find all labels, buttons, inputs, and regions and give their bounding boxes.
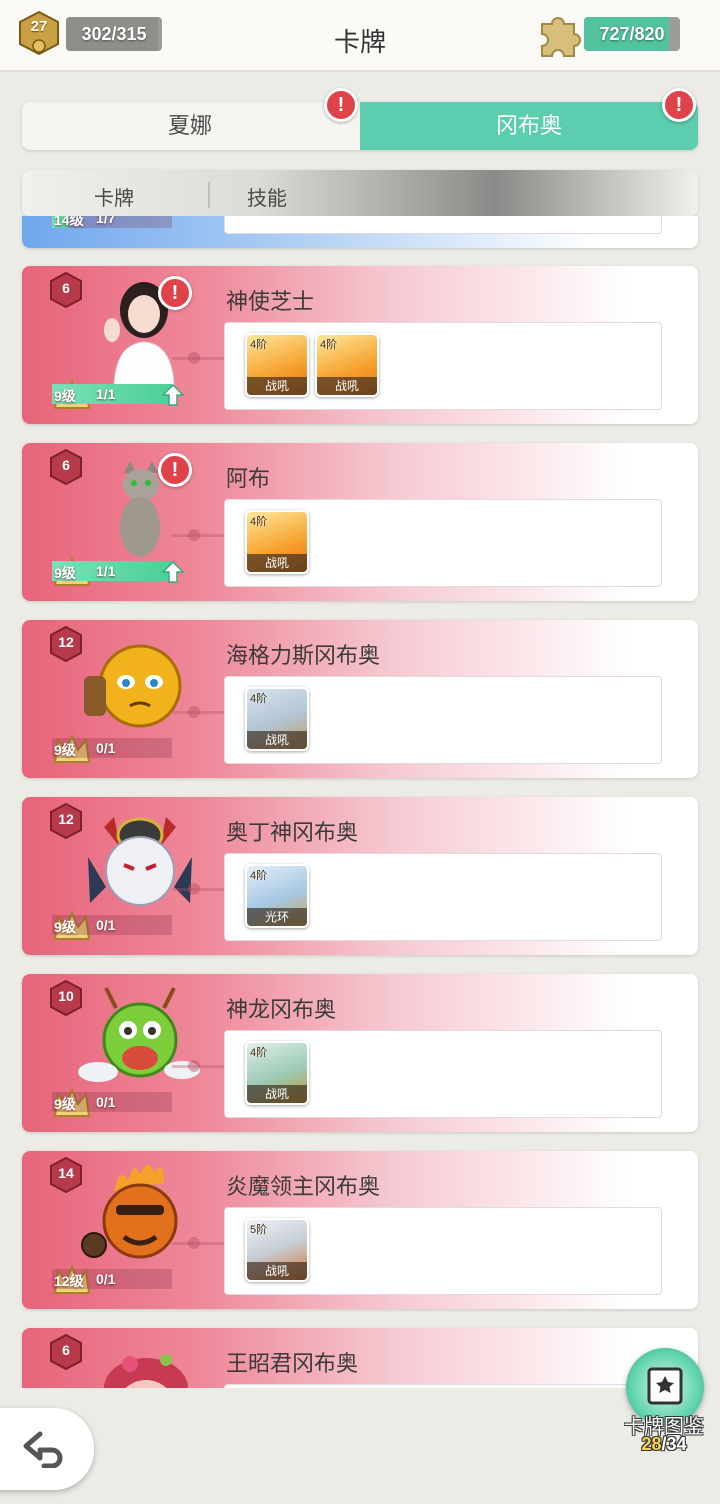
card-level: 9级 [54, 388, 76, 404]
skill-box [224, 1384, 662, 1388]
flame-skill-icon[interactable]: 4阶 战吼 [245, 510, 309, 574]
card-level: 9级 [54, 742, 76, 758]
card-name: 神使芝士 [226, 289, 315, 314]
card-album-count: 28/34 [641, 1434, 687, 1454]
card-progress: 0/1 [96, 1271, 116, 1287]
odin-gumball-icon [88, 817, 192, 906]
card-progress: 1/7 [96, 216, 116, 226]
tab-gumball-alert-icon: ! [662, 88, 696, 122]
puzzle-piece-icon [541, 17, 581, 57]
halo-skill-icon[interactable]: 4阶 光环 [245, 864, 309, 928]
subtab-cards[interactable]: 卡牌 [94, 182, 134, 211]
card-alert-icon: ! [158, 276, 192, 310]
album-book-icon [647, 1367, 683, 1405]
card-progress: 1/1 [96, 563, 116, 579]
card-level: 12级 [54, 1273, 84, 1289]
tab-gumball[interactable]: 冈布奥 [360, 102, 698, 150]
card-alert-icon: ! [158, 453, 192, 487]
lion-skill-icon[interactable]: 4阶 战吼 [245, 687, 309, 751]
tab-xiana-alert-icon: ! [324, 88, 358, 122]
skill-box: 4阶 战吼 [224, 676, 662, 764]
card-progress: 0/1 [96, 917, 116, 933]
sub-tabs: 卡牌 技能 [22, 170, 698, 216]
top-bar: 27 302/315 卡牌 727/820 [0, 0, 720, 72]
card-item[interactable]: 10 9级 0/1 神龙冈布奥 4阶 战吼 [22, 974, 698, 1132]
card-item[interactable]: 6 王昭君冈布奥 [22, 1328, 698, 1388]
subtab-skills[interactable]: 技能 [247, 182, 287, 211]
card-item[interactable]: 6 9级 1/1 ! 阿布 4阶 战吼 [22, 443, 698, 601]
fragments-bar: 727/820 [584, 17, 680, 51]
hercules-gumball-icon [84, 644, 182, 728]
character-tabs: 夏娜 冈布奥 [22, 102, 698, 150]
tab-xiana[interactable]: 夏娜 [22, 102, 358, 150]
card-item[interactable]: 14 12级 0/1 炎魔领主冈布奥 5阶 战吼 [22, 1151, 698, 1309]
card-progress: 1/1 [96, 386, 116, 402]
card-name: 奥丁神冈布奥 [226, 820, 359, 845]
card-level: 14级 [54, 216, 84, 228]
card-list[interactable]: 14级 1/7 6 9级 1/1 ! 神使芝士 4阶 战吼 4阶 战吼 6 9级… [0, 216, 720, 1388]
card-name: 神龙冈布奥 [226, 997, 337, 1022]
dragon-gumball-icon [78, 987, 200, 1082]
card-level: 9级 [54, 565, 76, 581]
fire-beast-skill-icon[interactable]: 5阶 战吼 [245, 1218, 309, 1282]
flame-lord-gumball-icon [81, 1164, 178, 1259]
card-item[interactable]: 12 9级 0/1 海格力斯冈布奥 4阶 战吼 [22, 620, 698, 778]
subtab-divider [208, 182, 210, 208]
card-item[interactable]: 6 9级 1/1 ! 神使芝士 4阶 战吼 4阶 战吼 [22, 266, 698, 424]
skill-box: 4阶 战吼 [224, 1030, 662, 1118]
upgrade-arrow-icon[interactable] [162, 384, 184, 406]
card-item[interactable]: 12 9级 0/1 奥丁神冈布奥 4阶 光环 [22, 797, 698, 955]
card-name: 阿布 [226, 466, 271, 491]
upgrade-arrow-icon[interactable] [162, 561, 184, 583]
card-level: 9级 [54, 1096, 76, 1112]
fragments-text: 727/820 [599, 24, 665, 44]
flame-skill-icon[interactable]: 4阶 战吼 [245, 333, 309, 397]
card-progress: 0/1 [96, 740, 116, 756]
skill-box: 4阶 战吼 [224, 499, 662, 587]
flame-skill-icon[interactable]: 4阶 战吼 [315, 333, 379, 397]
skill-box: 4阶 战吼 4阶 战吼 [224, 322, 662, 410]
skill-box: 5阶 战吼 [224, 1207, 662, 1295]
card-progress: 0/1 [96, 1094, 116, 1110]
card-name: 海格力斯冈布奥 [226, 643, 381, 668]
card-item[interactable]: 14级 1/7 [22, 216, 698, 248]
card-name: 炎魔领主冈布奥 [226, 1174, 381, 1199]
card-name: 王昭君冈布奥 [226, 1351, 359, 1376]
skill-box: 4阶 光环 [224, 853, 662, 941]
back-arrow-icon [23, 1431, 63, 1468]
wang-zhaojun-gumball-icon [104, 1354, 188, 1388]
back-button[interactable] [0, 1408, 94, 1490]
skill-box [224, 216, 662, 234]
card-level: 9级 [54, 919, 76, 935]
dragon-skill-icon[interactable]: 4阶 战吼 [245, 1041, 309, 1105]
